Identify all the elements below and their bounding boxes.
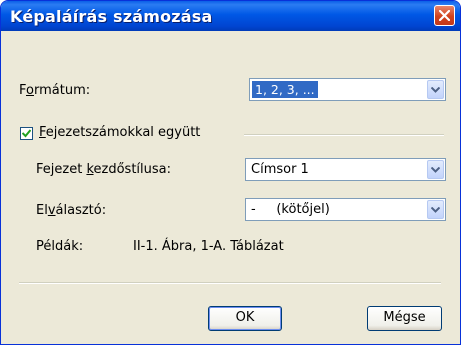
chevron-down-icon xyxy=(431,207,440,213)
examples-value: II-1. Ábra, 1-A. Táblázat xyxy=(133,239,284,254)
caption-numbering-dialog: Képaláírás számozása Formátum: 1, 2, 3, … xyxy=(0,0,461,345)
ok-button[interactable]: OK xyxy=(208,306,282,331)
title-bar[interactable]: Képaláírás számozása xyxy=(1,1,460,31)
checkmark-icon xyxy=(22,129,31,138)
include-chapter-number-checkbox[interactable] xyxy=(20,127,33,140)
chapter-style-dropdown[interactable]: Címsor 1 xyxy=(245,158,446,181)
separator-value: - (kötőjel) xyxy=(251,202,330,217)
separator-dropdown-button[interactable] xyxy=(427,200,444,219)
group-divider xyxy=(244,134,444,136)
separator-label: Elválasztó: xyxy=(36,203,107,218)
cancel-button[interactable]: Mégse xyxy=(367,306,442,331)
examples-label: Példák: xyxy=(36,239,84,254)
chapter-style-value: Címsor 1 xyxy=(251,162,309,177)
close-icon xyxy=(439,10,450,21)
button-separator xyxy=(19,282,441,284)
dialog-title: Képaláírás számozása xyxy=(10,7,213,26)
chapter-style-label: Fejezet kezdőstílusa: xyxy=(36,162,171,177)
chapter-style-dropdown-button[interactable] xyxy=(427,160,444,179)
format-label: Formátum: xyxy=(19,83,91,98)
close-button[interactable] xyxy=(434,5,455,26)
format-value: 1, 2, 3, ... xyxy=(252,81,318,98)
include-chapter-number-label[interactable]: Fejezetszámokkal együtt xyxy=(39,125,200,140)
chevron-down-icon xyxy=(431,87,440,93)
format-dropdown[interactable]: 1, 2, 3, ... xyxy=(249,78,446,101)
separator-dropdown[interactable]: - (kötőjel) xyxy=(245,198,446,221)
chevron-down-icon xyxy=(431,167,440,173)
format-dropdown-button[interactable] xyxy=(427,80,444,99)
